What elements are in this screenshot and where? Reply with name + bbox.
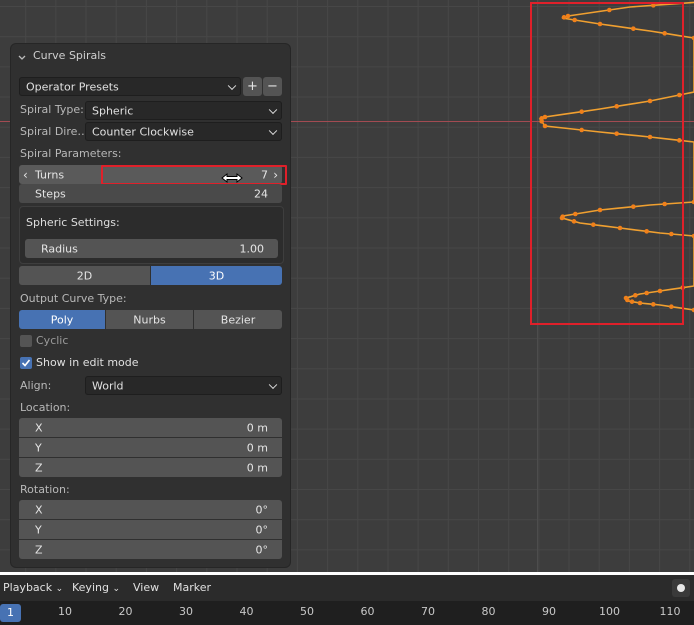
timeline-header: Playback ⌄ Keying ⌄ View Marker: [0, 575, 694, 601]
spiral-direction-dropdown[interactable]: Counter Clockwise: [85, 122, 282, 141]
selection-highlight-box: [530, 2, 684, 325]
curve-vertex[interactable]: [651, 302, 656, 307]
curve-vertex[interactable]: [614, 131, 619, 136]
panel-title: Curve Spirals: [33, 49, 107, 62]
rotation-x-field[interactable]: X 0°: [19, 500, 282, 519]
timeline-tick-label: 60: [360, 605, 375, 618]
output-nurbs-button[interactable]: Nurbs: [106, 310, 193, 329]
radius-label: Radius: [41, 242, 78, 255]
view-menu[interactable]: View: [133, 575, 159, 601]
curve-vertex[interactable]: [561, 15, 567, 20]
timeline-tick-label: 20: [118, 605, 133, 618]
timeline-tick-label: 70: [421, 605, 435, 618]
curve-vertex[interactable]: [559, 215, 565, 221]
rotation-y-field[interactable]: Y 0°: [19, 520, 282, 539]
add-preset-button[interactable]: +: [243, 77, 262, 96]
location-label: Location:: [20, 401, 71, 414]
spheric-settings-label: Spheric Settings:: [26, 216, 120, 229]
spiral-parameters-label: Spiral Parameters:: [20, 147, 122, 160]
operator-panel: Curve Spirals Operator Presets + − Spira…: [11, 44, 290, 567]
spiral-type-dropdown[interactable]: Spheric: [85, 101, 282, 120]
output-poly-button[interactable]: Poly: [19, 310, 105, 329]
toggle-3d[interactable]: 3D: [151, 266, 282, 285]
steps-field[interactable]: Steps 24: [19, 184, 282, 203]
curve-vertex[interactable]: [572, 17, 577, 23]
steps-value: 24: [254, 187, 268, 200]
curve-vertex[interactable]: [579, 127, 584, 133]
curve-vertex[interactable]: [644, 290, 649, 296]
remove-preset-button[interactable]: −: [263, 77, 282, 96]
output-curve-type-label: Output Curve Type:: [20, 292, 127, 305]
timeline-tick-label: 100: [599, 605, 620, 618]
curve-vertex[interactable]: [591, 222, 596, 227]
cyclic-label: Cyclic: [36, 334, 69, 347]
curve-vertex[interactable]: [607, 7, 612, 13]
curve-vertex[interactable]: [614, 104, 619, 109]
align-label: Align:: [20, 379, 52, 392]
curve-vertex[interactable]: [542, 123, 548, 129]
curve-vertex[interactable]: [629, 299, 635, 304]
show-edit-mode-checkbox[interactable]: [20, 357, 32, 369]
curve-vertex[interactable]: [597, 21, 603, 27]
curve-vertex[interactable]: [662, 31, 667, 36]
curve-vertex[interactable]: [647, 134, 653, 140]
curve-vertex[interactable]: [573, 211, 578, 217]
location-y-field[interactable]: Y0 m: [19, 438, 282, 457]
curve-vertex[interactable]: [625, 297, 630, 303]
location-x-field[interactable]: X0 m: [19, 418, 282, 437]
timeline-tick-label: 110: [659, 605, 681, 618]
show-edit-mode-label: Show in edit mode: [36, 356, 139, 369]
chevron-down-icon[interactable]: [18, 52, 26, 60]
radius-value: 1.00: [239, 242, 265, 255]
timeline-tick-label: 80: [481, 605, 496, 618]
rotation-label: Rotation:: [20, 483, 70, 496]
keying-menu[interactable]: Keying ⌄: [72, 575, 120, 601]
turns-highlight-box: [101, 165, 287, 185]
curve-vertex[interactable]: [579, 109, 584, 114]
checkmark-icon: [21, 359, 31, 367]
rotation-z-field[interactable]: Z 0°: [19, 540, 282, 559]
curve-vertex[interactable]: [647, 98, 653, 104]
curve-vertex[interactable]: [631, 26, 636, 31]
timeline-tick-label: 40: [239, 605, 254, 618]
curve-vertex[interactable]: [677, 138, 682, 143]
timeline-tick-label: 90: [542, 605, 556, 618]
spheric-settings-box: Spheric Settings: Radius 1.00: [19, 206, 284, 264]
curve-vertex[interactable]: [657, 288, 663, 294]
record-button[interactable]: [672, 579, 690, 597]
toggle-2d[interactable]: 2D: [19, 266, 150, 285]
record-icon: [677, 584, 685, 592]
curve-vertex[interactable]: [631, 204, 636, 209]
align-dropdown[interactable]: World: [85, 376, 282, 395]
operator-presets-dropdown[interactable]: Operator Presets: [19, 77, 241, 96]
turns-label: Turns: [35, 168, 65, 181]
chevron-left-icon[interactable]: ‹: [23, 168, 28, 182]
timeline-ruler[interactable]: 1 10 20 30 40 50 60 70 80 90 100 110: [0, 601, 694, 625]
curve-vertex[interactable]: [644, 229, 649, 234]
curve-vertex[interactable]: [677, 92, 682, 98]
cyclic-checkbox[interactable]: [20, 335, 32, 347]
timeline-tick-label: 50: [300, 605, 314, 618]
curve-vertex[interactable]: [571, 219, 577, 224]
curve-vertex[interactable]: [669, 304, 674, 309]
marker-menu[interactable]: Marker: [173, 575, 211, 601]
curve-vertex[interactable]: [617, 225, 623, 231]
location-z-field[interactable]: Z0 m: [19, 458, 282, 477]
curve-vertex[interactable]: [662, 201, 667, 207]
steps-label: Steps: [35, 187, 66, 200]
curve-vertex[interactable]: [597, 207, 603, 213]
output-bezier-button[interactable]: Bezier: [194, 310, 282, 329]
timeline-tick-label: 30: [179, 605, 193, 618]
curve-vertex[interactable]: [539, 119, 544, 124]
curve-vertex[interactable]: [669, 231, 674, 237]
timeline-tick-label: 10: [58, 605, 72, 618]
curve-vertex[interactable]: [633, 293, 638, 298]
spiral-type-label: Spiral Type:: [20, 103, 84, 116]
curve-vertex[interactable]: [637, 300, 643, 306]
current-frame-indicator[interactable]: 1: [0, 604, 21, 622]
playback-menu[interactable]: Playback ⌄: [3, 575, 63, 601]
curve-vertex[interactable]: [565, 13, 571, 19]
spiral-direction-label: Spiral Dire…: [20, 125, 89, 138]
radius-field[interactable]: Radius 1.00: [25, 239, 278, 258]
